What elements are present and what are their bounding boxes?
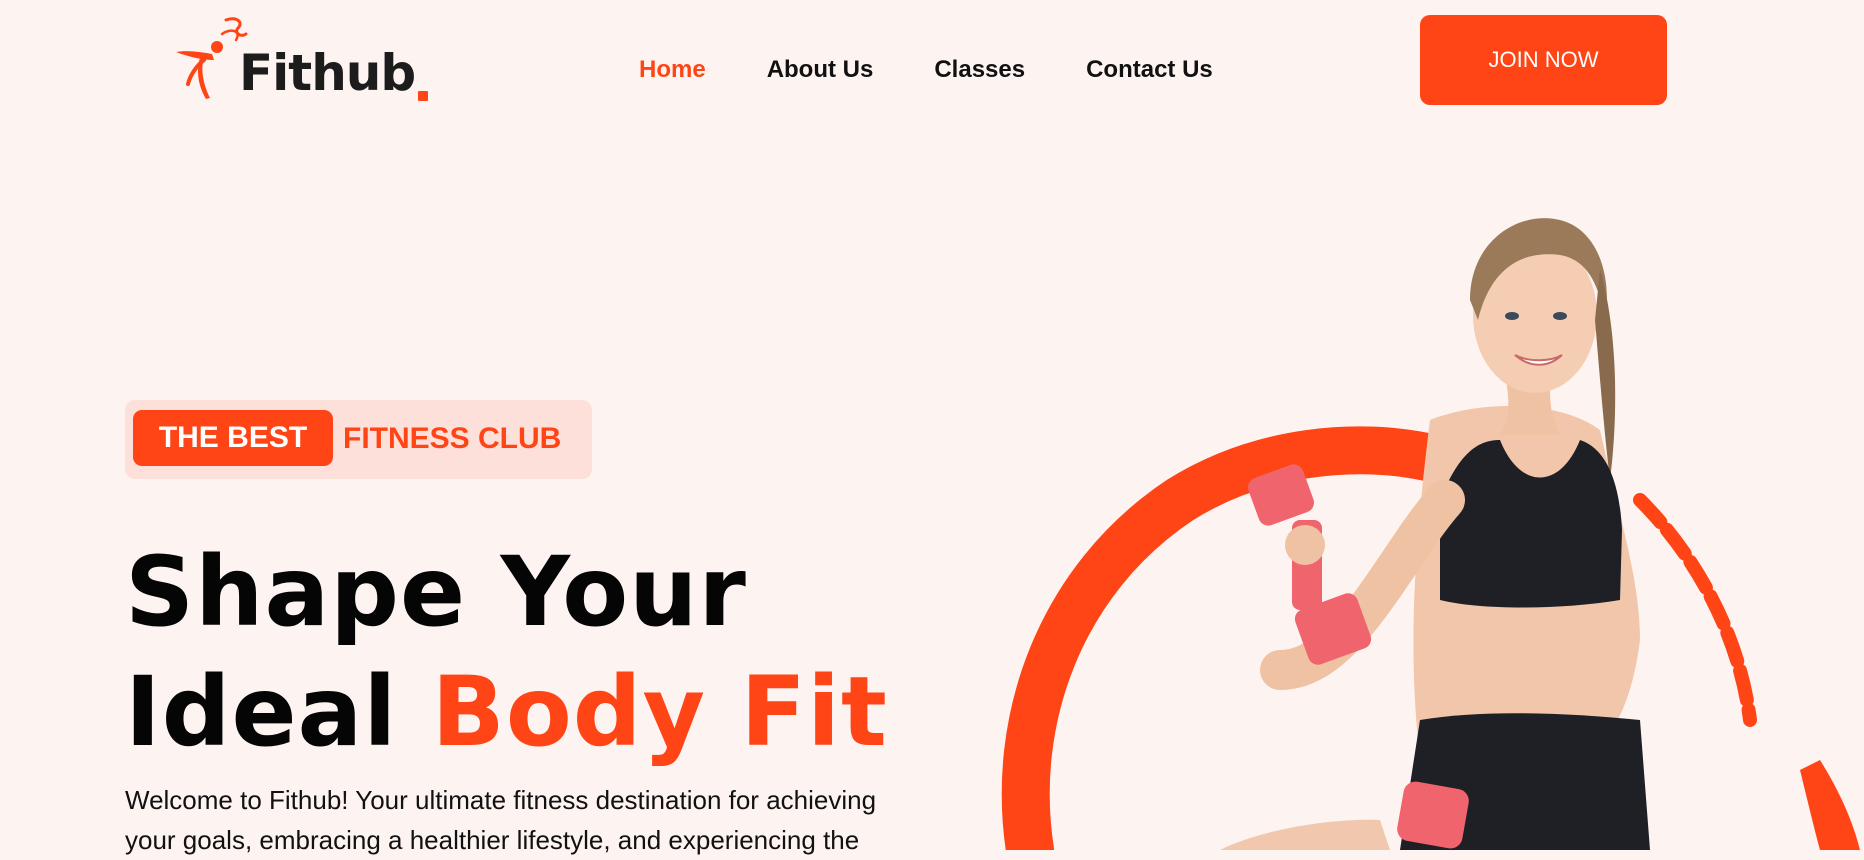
nav-classes[interactable]: Classes — [934, 56, 1025, 84]
hero-title-line2: Ideal — [125, 656, 398, 768]
hero-title: Shape Your Ideal Body Fit — [125, 532, 888, 772]
woman-holding-dumbbells-photo — [1001, 218, 1860, 850]
hero-tag-highlight: THE BEST — [133, 410, 333, 466]
main-nav: Home About Us Classes Contact Us — [639, 56, 1213, 84]
brand-name: Fithub — [239, 44, 416, 102]
join-now-button[interactable]: JOIN NOW — [1420, 15, 1667, 105]
brand-logo[interactable]: Fithub — [174, 14, 436, 104]
nav-contact-us[interactable]: Contact Us — [1086, 56, 1213, 84]
hero-description: Welcome to Fithub! Your ultimate fitness… — [125, 785, 877, 855]
nav-home[interactable]: Home — [639, 56, 706, 84]
hero-visual — [1000, 200, 1864, 850]
dumbbell-lower — [1397, 781, 1469, 849]
hero-title-line1: Shape Your — [125, 536, 747, 648]
hero-tag: THE BEST FITNESS CLUB — [125, 400, 592, 479]
brand-dot — [418, 91, 428, 101]
hero-title-accent: Body Fit — [431, 656, 888, 768]
hero-tag-text: FITNESS CLUB — [343, 422, 562, 455]
nav-about-us[interactable]: About Us — [767, 56, 874, 84]
dumbbell-upper — [1248, 464, 1372, 665]
